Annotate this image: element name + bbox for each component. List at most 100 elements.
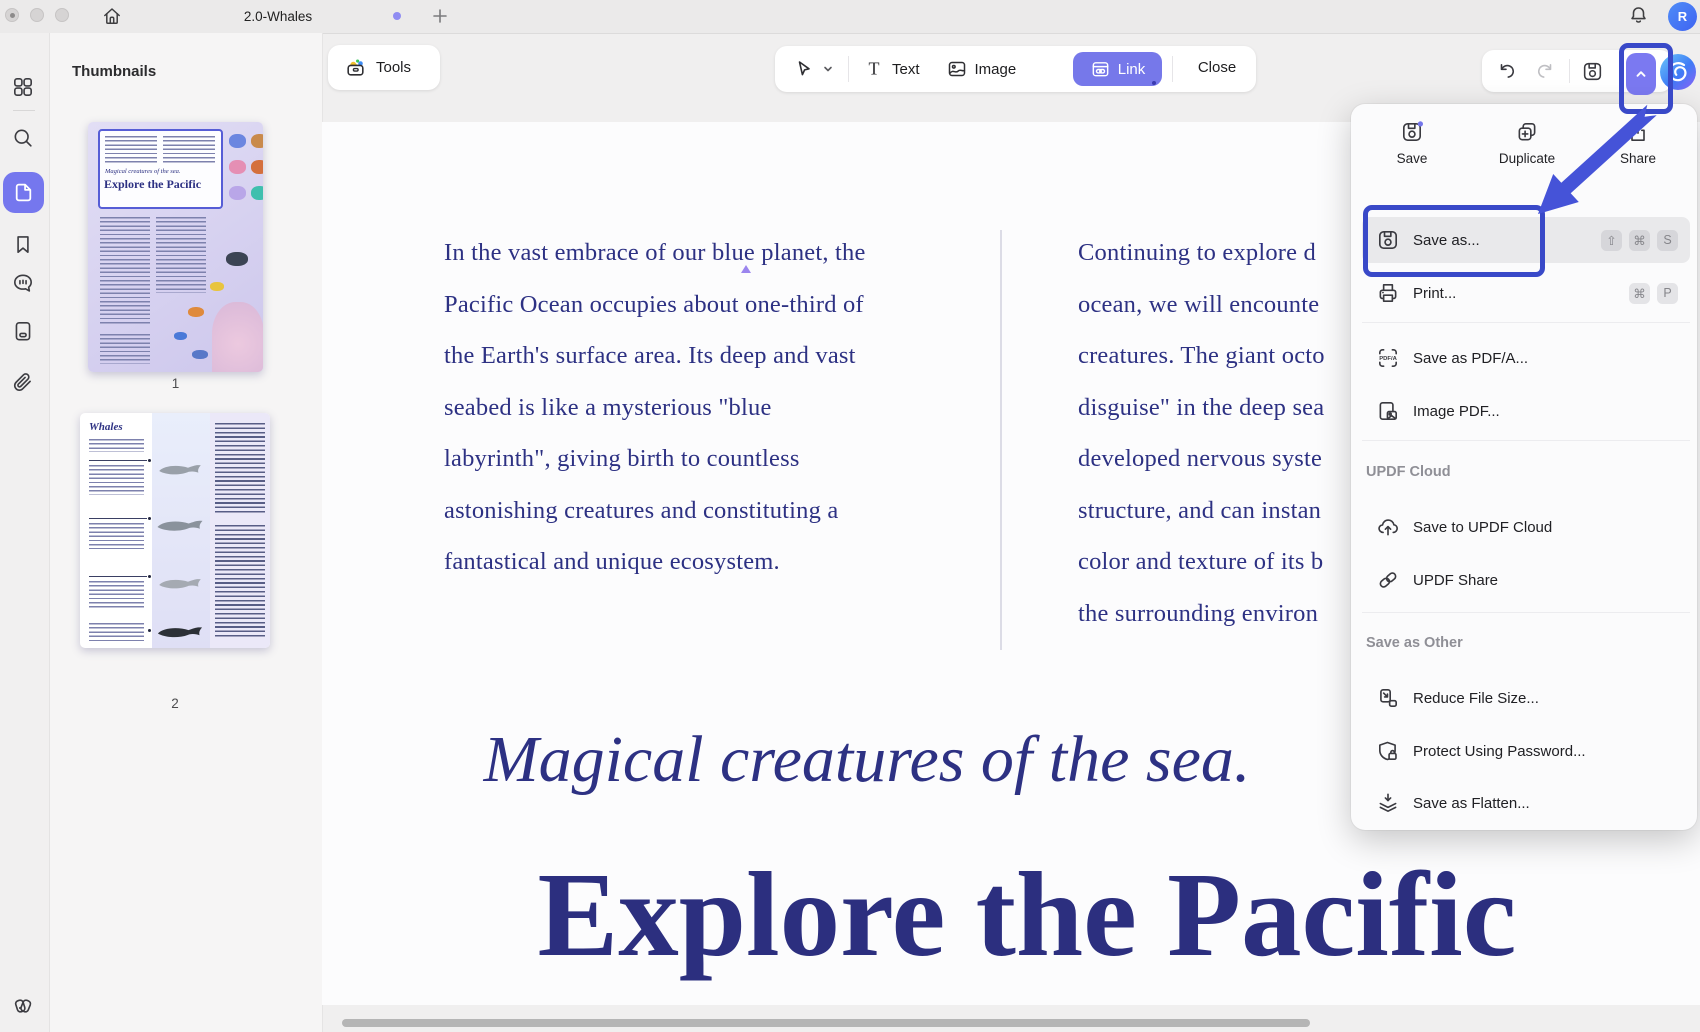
menu-item-updf-share[interactable]: UPDF Share	[1362, 557, 1690, 603]
fish-image	[210, 282, 224, 291]
sidebar-item-thumbnails[interactable]	[3, 172, 44, 213]
text-cursor-caret	[741, 265, 751, 273]
doc-text-line[interactable]: the surrounding environ	[1078, 588, 1352, 640]
doc-text-line[interactable]: structure, and can instan	[1078, 485, 1352, 537]
doc-text-line[interactable]: the Earth's surface area. Its deep and v…	[444, 330, 1004, 382]
reduce-size-icon	[1376, 686, 1400, 710]
mini-text-block	[163, 136, 215, 163]
menu-item-save-as-flatten[interactable]: Save as Flatten...	[1362, 780, 1690, 826]
doc-text-line[interactable]: seabed is like a mysterious "blue	[444, 382, 1004, 434]
doc-title[interactable]: Explore the Pacific	[322, 855, 1700, 976]
menu-item-save-to-updf-cloud[interactable]: Save to UPDF Cloud	[1362, 504, 1690, 550]
mini-dot	[148, 575, 151, 578]
save-dropdown-menu: Save Duplicate Share Save as... ⇧ ⌘ S	[1351, 104, 1697, 830]
chevron-up-icon	[1633, 66, 1649, 82]
mini-title: Explore the Pacific	[104, 177, 201, 192]
comment-icon[interactable]	[11, 271, 35, 295]
svg-text:T: T	[869, 59, 880, 79]
bookmark-icon[interactable]	[11, 232, 35, 256]
chevron-down-icon[interactable]	[821, 62, 835, 76]
redo-icon[interactable]	[1534, 60, 1556, 82]
grid-icon[interactable]	[11, 75, 35, 99]
annotate-doc-icon[interactable]	[11, 319, 35, 343]
expand-save-menu-button[interactable]	[1626, 53, 1656, 95]
shortcut-keys: ⌘ P	[1629, 283, 1690, 304]
column-divider	[1000, 230, 1002, 650]
text-tool-label[interactable]: Text	[892, 61, 920, 78]
chain-link-icon	[1376, 568, 1400, 592]
whale-image	[154, 518, 206, 536]
doc-text-line[interactable]: In the vast embrace of our blue planet, …	[444, 227, 1004, 279]
cursor-icon[interactable]	[793, 58, 815, 80]
link-tool-button[interactable]: Link	[1073, 52, 1162, 86]
menu-item-save-as-pdfa[interactable]: PDF/A Save as PDF/A...	[1362, 335, 1690, 381]
menu-item-save-as[interactable]: Save as... ⇧ ⌘ S	[1362, 217, 1690, 263]
palette-icon[interactable]	[11, 991, 35, 1015]
doc-text-line[interactable]: labyrinth", giving birth to countless	[444, 433, 1004, 485]
thumbnail-page-1[interactable]: Magical creatures of the sea. Explore th…	[88, 122, 263, 372]
doc-text-line[interactable]: ocean, we will encounte	[1078, 279, 1352, 331]
doc-subtitle[interactable]: Magical creatures of the sea.	[322, 722, 1412, 798]
tools-button[interactable]: Tools	[328, 45, 440, 90]
mini-title-whales: Whales	[89, 421, 123, 433]
sidebar	[0, 33, 50, 1032]
image-tool-label[interactable]: Image	[975, 61, 1017, 78]
doc-text-line[interactable]: disguise" in the deep sea	[1078, 382, 1352, 434]
image-pdf-icon	[1376, 399, 1400, 423]
ai-assistant-icon[interactable]	[1659, 53, 1697, 91]
close-button[interactable]: Close	[1187, 59, 1247, 76]
menu-save-button[interactable]: Save	[1367, 120, 1457, 186]
coral-image	[251, 134, 263, 148]
doc-text-line[interactable]: astonishing creatures and constituting a	[444, 485, 1004, 537]
menu-item-label: Print...	[1413, 285, 1456, 302]
menu-item-label: Reduce File Size...	[1413, 690, 1539, 707]
menu-item-protect-password[interactable]: Protect Using Password...	[1362, 728, 1690, 774]
thumbnails-panel: Thumbnails Magical creatures of the sea.…	[50, 33, 323, 1032]
edit-toolbar: T Text Image Link Close	[775, 46, 1256, 92]
menu-item-reduce-file-size[interactable]: Reduce File Size...	[1362, 675, 1690, 721]
user-avatar[interactable]: R	[1668, 2, 1697, 31]
home-icon[interactable]	[101, 5, 123, 27]
save-icon[interactable]	[1581, 60, 1604, 83]
new-tab-icon[interactable]	[431, 7, 449, 25]
paperclip-icon[interactable]	[11, 371, 35, 395]
image-tool-icon[interactable]	[946, 58, 968, 80]
doc-text-line[interactable]: color and texture of its b	[1078, 536, 1352, 588]
menu-item-print[interactable]: Print... ⌘ P	[1362, 270, 1690, 316]
cmd-key-badge: ⌘	[1629, 283, 1650, 304]
whale-image	[156, 577, 204, 593]
maximize-window-button[interactable]	[55, 8, 69, 22]
titlebar: 2.0-Whales R	[0, 0, 1700, 34]
fish-image	[174, 332, 187, 340]
mini-text-block	[89, 439, 144, 452]
menu-duplicate-label: Duplicate	[1482, 151, 1572, 166]
doc-text-line[interactable]: Continuing to explore d	[1078, 227, 1352, 279]
menu-share-button[interactable]: Share	[1593, 120, 1683, 186]
menu-duplicate-button[interactable]: Duplicate	[1482, 120, 1572, 186]
toolbar-divider	[1172, 56, 1173, 82]
doc-text-line[interactable]: Pacific Ocean occupies about one-third o…	[444, 279, 1004, 331]
mini-text-block	[89, 523, 144, 549]
thumbnail-page-2[interactable]: Whales	[80, 413, 270, 648]
menu-divider	[1362, 440, 1690, 441]
notifications-bell-icon[interactable]	[1627, 4, 1650, 27]
save-as-icon	[1376, 228, 1400, 252]
viewport-indicator[interactable]: Magical creatures of the sea. Explore th…	[98, 129, 223, 209]
doc-right-column[interactable]: Continuing to explore d ocean, we will e…	[1078, 227, 1352, 639]
doc-text-line[interactable]: creatures. The giant octo	[1078, 330, 1352, 382]
menu-item-image-pdf[interactable]: Image PDF...	[1362, 388, 1690, 434]
flatten-icon	[1376, 791, 1400, 815]
tab-title[interactable]: 2.0-Whales	[228, 0, 328, 33]
unsaved-indicator-dot	[393, 12, 401, 20]
mini-rule	[89, 460, 147, 461]
doc-left-column[interactable]: In the vast embrace of our blue planet, …	[444, 227, 1004, 588]
minimize-window-button[interactable]	[30, 8, 44, 22]
undo-icon[interactable]	[1496, 60, 1518, 82]
horizontal-scrollbar[interactable]	[342, 1019, 1310, 1027]
link-tool-label: Link	[1118, 61, 1146, 78]
doc-text-line[interactable]: developed nervous syste	[1078, 433, 1352, 485]
text-tool-icon[interactable]: T	[863, 58, 885, 80]
doc-text-line[interactable]: fantastical and unique ecosystem.	[444, 536, 1004, 588]
close-window-button[interactable]	[5, 8, 19, 22]
search-icon[interactable]	[11, 126, 35, 150]
